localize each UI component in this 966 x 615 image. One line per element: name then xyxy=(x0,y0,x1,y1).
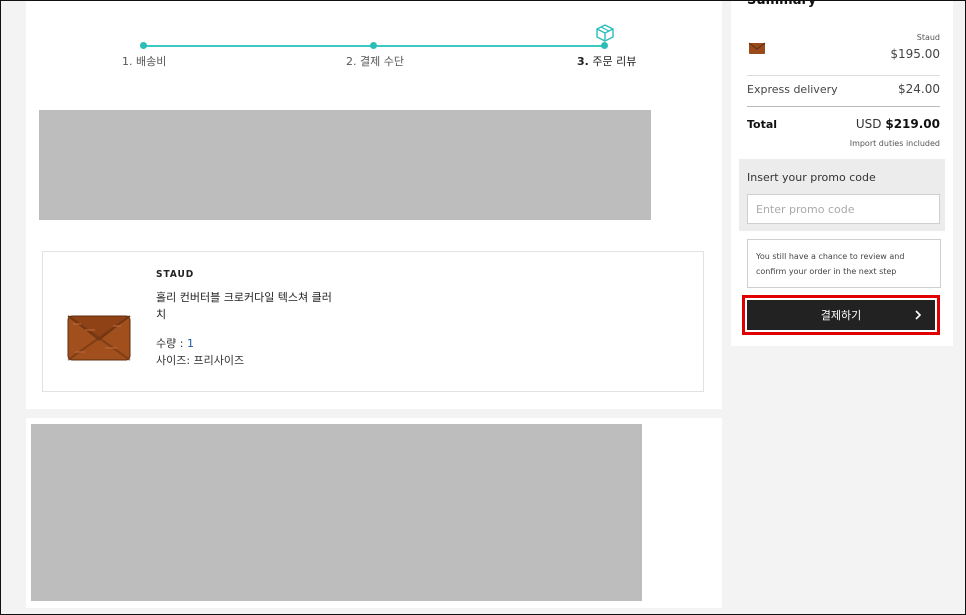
product-name: 홀리 컨버터블 크로커다일 텍스쳐 클러치 xyxy=(156,291,332,321)
content-placeholder-bottom xyxy=(31,424,642,601)
item-brand: Staud xyxy=(916,33,940,42)
step-dot-1 xyxy=(140,42,147,49)
promo-label: Insert your promo code xyxy=(747,171,876,184)
step-payment[interactable]: 2. 결제 수단 xyxy=(346,53,404,69)
step-1-number: 1. xyxy=(122,55,133,68)
chevron-right-icon xyxy=(915,310,922,320)
product-brand: STAUD xyxy=(156,269,195,280)
step-2-number: 2. xyxy=(346,55,357,68)
order-summary: Summary Staud $195.00 Express delivery $… xyxy=(731,0,953,346)
summary-divider-1 xyxy=(747,75,940,76)
box-icon xyxy=(596,24,614,42)
step-dot-3 xyxy=(601,42,608,49)
checkout-button[interactable]: 결제하기 xyxy=(747,300,935,330)
step-shipping[interactable]: 1. 배송비 xyxy=(122,53,166,69)
step-1-label: 배송비 xyxy=(136,55,167,68)
checkout-stepper: 1. 배송비 2. 결제 수단 3. 주문 리뷰 xyxy=(26,0,722,80)
quantity-value: 1 xyxy=(186,337,194,350)
summary-title: Summary xyxy=(747,0,817,8)
promo-section: Insert your promo code xyxy=(739,159,945,231)
total-currency: USD xyxy=(855,117,882,131)
product-quantity: 수량 : 1 xyxy=(156,335,194,351)
step-dot-2 xyxy=(370,42,377,49)
duties-note: Import duties included xyxy=(849,139,940,148)
product-image xyxy=(67,315,131,361)
summary-divider-2 xyxy=(747,106,940,107)
quantity-label: 수량 : xyxy=(156,337,187,350)
total-label: Total xyxy=(747,118,778,131)
checkout-button-highlight: 결제하기 xyxy=(742,295,940,335)
total-value: USD $219.00 xyxy=(856,117,940,131)
total-amount: $219.00 xyxy=(885,117,940,131)
delivery-price: $24.00 xyxy=(898,82,940,96)
product-size: 사이즈: 프리사이즈 xyxy=(156,354,245,367)
item-price: $195.00 xyxy=(890,47,940,61)
product-card: STAUD 홀리 컨버터블 크로커다일 텍스쳐 클러치 수량 : 1 사이즈: … xyxy=(42,251,704,392)
review-notice: You still have a chance to review and co… xyxy=(747,239,941,288)
promo-code-input[interactable] xyxy=(747,194,940,224)
step-review: 3. 주문 리뷰 xyxy=(577,53,636,69)
checkout-main-panel: 1. 배송비 2. 결제 수단 3. 주문 리뷰 STAUD 홀리 컨버터블 크… xyxy=(26,0,722,409)
secondary-panel xyxy=(26,418,722,608)
checkout-button-label: 결제하기 xyxy=(820,309,862,322)
step-3-label: 주문 리뷰 xyxy=(592,55,637,68)
step-3-number: 3. xyxy=(577,55,589,68)
item-thumbnail xyxy=(748,42,766,54)
delivery-label: Express delivery xyxy=(747,83,838,96)
content-placeholder-top xyxy=(39,110,651,220)
step-2-label: 결제 수단 xyxy=(360,55,404,68)
